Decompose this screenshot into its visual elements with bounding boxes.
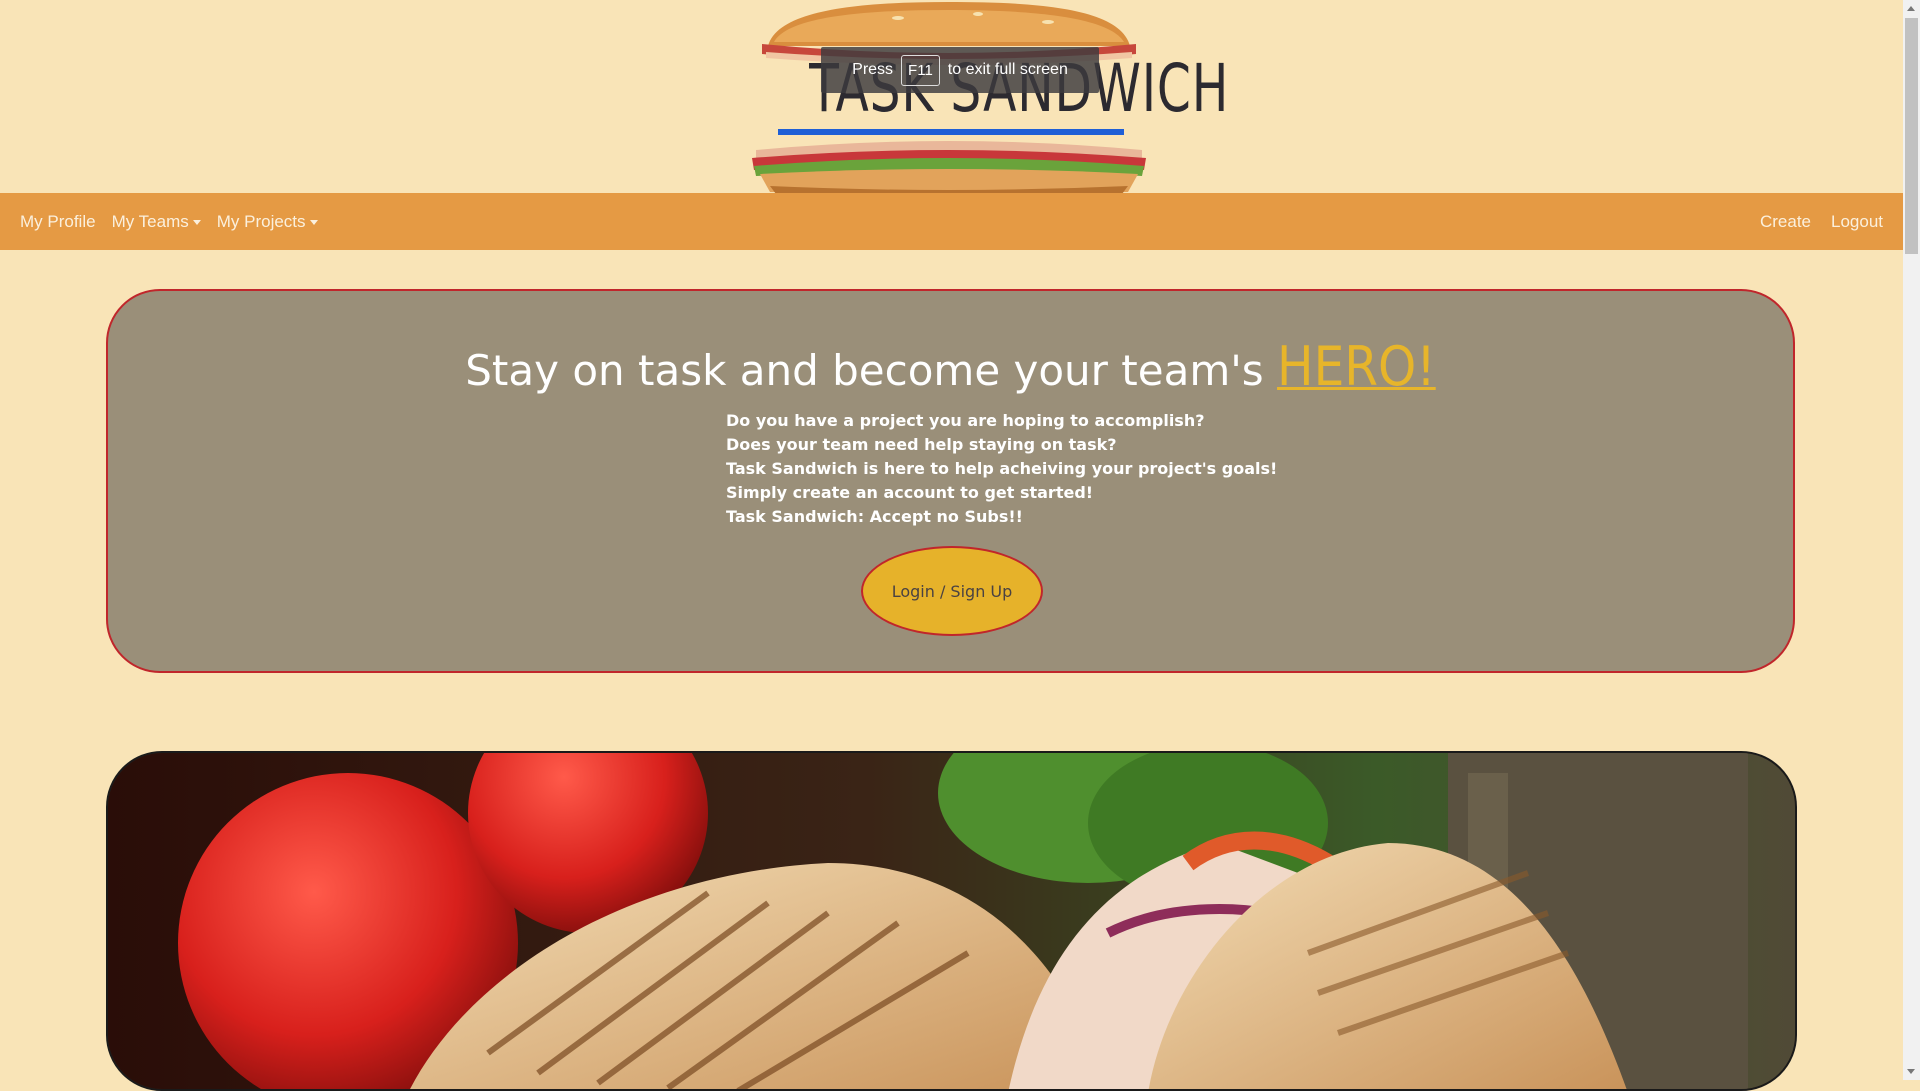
nav-my-projects-dropdown[interactable]: My Projects <box>217 212 318 232</box>
hero-heading: Stay on task and become your team's HERO… <box>108 335 1793 398</box>
hero-line: Task Sandwich: Accept no Subs!! <box>726 507 1023 526</box>
hero-description: Do you have a project you are hoping to … <box>726 409 1277 529</box>
caret-down-icon <box>192 219 201 225</box>
hero-heading-highlight: HERO! <box>1277 335 1436 398</box>
sandwich-photo <box>106 751 1797 1091</box>
nav-my-projects-label: My Projects <box>216 211 306 231</box>
navbar-right: Create Logout <box>1740 212 1903 232</box>
hero-line: Do you have a project you are hoping to … <box>726 411 1205 430</box>
nav-my-teams-label: My Teams <box>111 211 189 231</box>
logo-underline <box>778 129 1124 135</box>
nav-logout[interactable]: Logout <box>1831 212 1883 232</box>
main-navbar: My Profile My Teams My Projects Create L… <box>0 193 1903 250</box>
fullscreen-notice: Press F11 to exit full screen <box>821 47 1099 93</box>
fullscreen-notice-prefix: Press <box>852 61 894 78</box>
fullscreen-notice-key: F11 <box>901 54 940 86</box>
scroll-down-icon[interactable] <box>1907 1069 1915 1074</box>
hero-card: Stay on task and become your team's HERO… <box>106 289 1795 673</box>
nav-create[interactable]: Create <box>1760 212 1811 232</box>
page-scrollbar[interactable] <box>1903 0 1920 1080</box>
hero-line: Task Sandwich is here to help acheiving … <box>726 459 1278 478</box>
scroll-thumb[interactable] <box>1905 18 1918 254</box>
hero-line: Simply create an account to get started! <box>726 483 1094 502</box>
navbar-left: My Profile My Teams My Projects <box>0 212 334 232</box>
site-header: TASK SANDWICH Press F11 to exit full scr… <box>0 0 1903 196</box>
nav-my-teams-dropdown[interactable]: My Teams <box>112 212 201 232</box>
sandwich-photo-illustration <box>108 753 1795 1089</box>
scroll-up-icon[interactable] <box>1907 6 1915 11</box>
hero-line: Does your team need help staying on task… <box>726 435 1117 454</box>
hero-heading-text: Stay on task and become your team's <box>465 346 1264 395</box>
caret-down-icon <box>309 219 318 225</box>
fullscreen-notice-suffix: to exit full screen <box>947 61 1068 78</box>
nav-my-profile[interactable]: My Profile <box>20 212 96 232</box>
login-signup-button[interactable]: Login / Sign Up <box>861 546 1043 636</box>
